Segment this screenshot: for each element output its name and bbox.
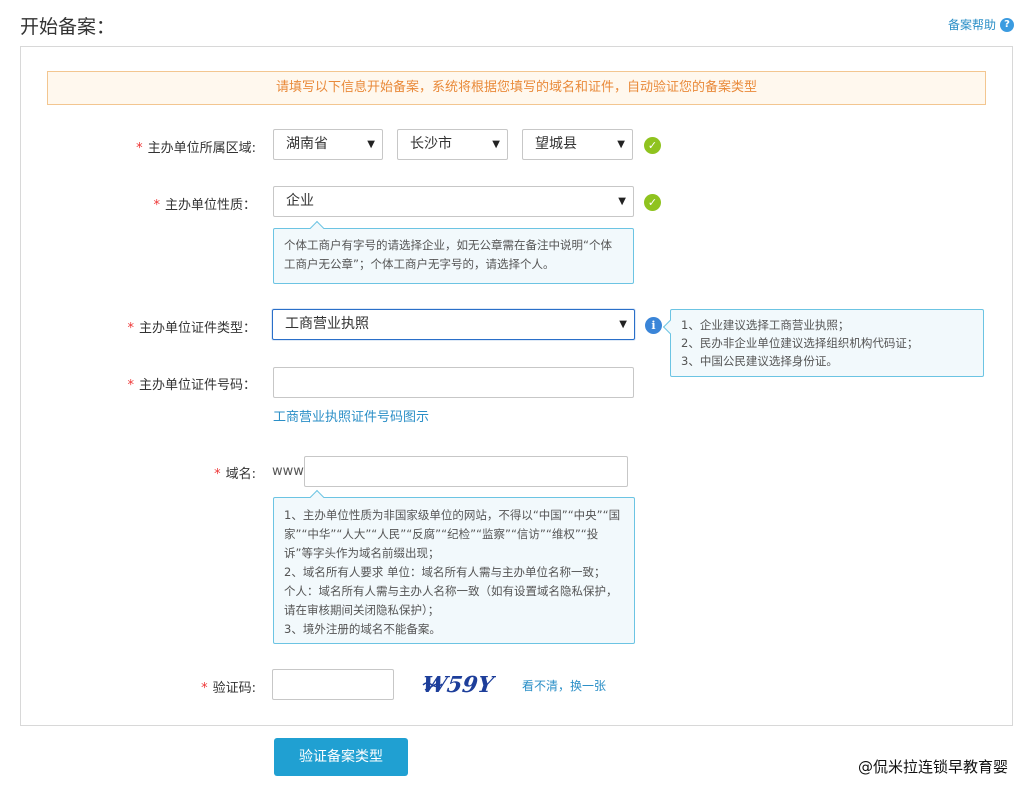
domain-tip-line: 2、域名所有人要求 单位：域名所有人需与主办单位名称一致； — [284, 565, 606, 579]
cert-number-input[interactable] — [273, 367, 634, 398]
region-label: * 主办单位所属区域: — [136, 137, 256, 156]
required-mark: * — [136, 141, 143, 156]
cert-type-value: 工商营业执照 — [285, 316, 369, 332]
check-icon: ✓ — [644, 194, 661, 211]
domain-tip: 1、主办单位性质为非国家级单位的网站，不得以“中国”“中央”“国家”“中华”“人… — [273, 497, 635, 644]
county-select[interactable]: 望城县 ▼ — [522, 129, 633, 160]
required-mark: * — [214, 467, 221, 482]
chevron-down-icon: ▼ — [618, 196, 626, 207]
cert-number-label: * 主办单位证件号码： — [127, 374, 256, 393]
city-value: 长沙市 — [410, 136, 452, 152]
required-mark: * — [127, 378, 134, 393]
required-mark: * — [153, 198, 160, 213]
info-icon: i — [645, 317, 662, 334]
province-select[interactable]: 湖南省 ▼ — [273, 129, 383, 160]
nature-label: * 主办单位性质： — [153, 194, 256, 213]
captcha-label-text: 验证码: — [212, 681, 256, 696]
city-select[interactable]: 长沙市 ▼ — [397, 129, 508, 160]
cert-type-label: * 主办单位证件类型： — [127, 317, 256, 336]
domain-prefix: www. — [272, 464, 307, 479]
domain-label: * 域名: — [214, 463, 256, 482]
region-label-text: 主办单位所属区域: — [147, 141, 256, 156]
nature-label-text: 主办单位性质： — [164, 198, 256, 213]
chevron-down-icon: ▼ — [492, 139, 500, 150]
help-icon: ? — [1000, 17, 1015, 32]
cert-type-tip-line: 3、中国公民建议选择身份证。 — [681, 354, 838, 368]
cert-example-link[interactable]: 工商营业执照证件号码图示 — [273, 406, 429, 425]
captcha-input[interactable] — [272, 669, 394, 700]
cert-type-tip: 1、企业建议选择工商营业执照； 2、民办非企业单位建议选择组织机构代码证； 3、… — [670, 309, 984, 377]
captcha-refresh-link[interactable]: 看不清，换一张 — [522, 677, 606, 694]
nature-select[interactable]: 企业 ▼ — [273, 186, 634, 217]
domain-tip-line: 个人：域名所有人需与主办人名称一致（如有设置域名隐私保护，请在审核期间关闭隐私保… — [284, 584, 618, 617]
cert-type-tip-line: 2、民办非企业单位建议选择组织机构代码证； — [681, 336, 919, 350]
cert-type-select[interactable]: 工商营业执照 ▼ — [272, 309, 635, 340]
help-link[interactable]: 备案帮助 ? — [948, 16, 1015, 33]
cert-type-label-text: 主办单位证件类型： — [138, 321, 256, 336]
chevron-down-icon: ▼ — [617, 139, 625, 150]
captcha-label: * 验证码: — [201, 677, 256, 696]
cert-type-tip-line: 1、企业建议选择工商营业执照； — [681, 318, 850, 332]
help-label: 备案帮助 — [948, 18, 997, 32]
chevron-down-icon: ▼ — [367, 139, 375, 150]
province-value: 湖南省 — [286, 136, 328, 152]
nature-value: 企业 — [286, 193, 314, 209]
domain-tip-line: 1、主办单位性质为非国家级单位的网站，不得以“中国”“中央”“国家”“中华”“人… — [284, 508, 621, 560]
page-title: 开始备案： — [20, 16, 116, 38]
watermark: @侃米拉连锁早教育婴 — [858, 758, 1009, 776]
county-value: 望城县 — [535, 136, 577, 152]
captcha-text: W59Y — [421, 672, 496, 698]
domain-label-text: 域名: — [225, 467, 256, 482]
verify-type-button[interactable]: 验证备案类型 — [274, 738, 408, 776]
required-mark: * — [127, 321, 134, 336]
nature-tip: 个体工商户有字号的请选择企业，如无公章需在备注中说明“个体工商户无公章”；个体工… — [273, 228, 634, 284]
check-icon: ✓ — [644, 137, 661, 154]
domain-input[interactable] — [304, 456, 628, 487]
notice-banner: 请填写以下信息开始备案，系统将根据您填写的域名和证件，自动验证您的备案类型 — [47, 71, 986, 105]
domain-tip-line: 3、境外注册的域名不能备案。 — [284, 622, 441, 636]
captcha-image[interactable]: W59Y — [420, 670, 496, 698]
cert-number-label-text: 主办单位证件号码： — [138, 378, 256, 393]
chevron-down-icon: ▼ — [619, 319, 627, 330]
required-mark: * — [201, 681, 208, 696]
